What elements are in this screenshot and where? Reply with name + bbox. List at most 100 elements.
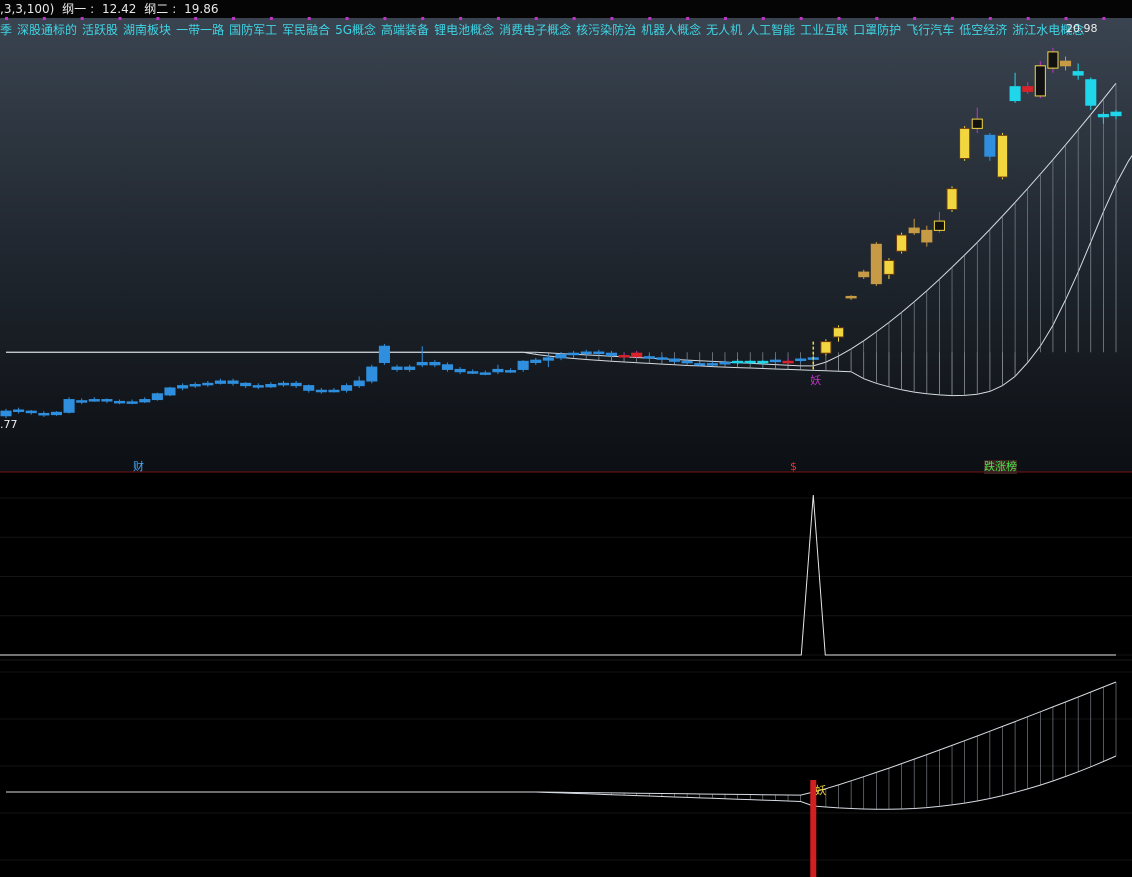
candle-body bbox=[896, 234, 908, 252]
candle-body bbox=[643, 356, 655, 359]
tick-mark bbox=[1102, 17, 1106, 20]
candle-body bbox=[88, 399, 100, 402]
tick-mark bbox=[1026, 17, 1030, 20]
tick-mark bbox=[951, 17, 955, 20]
candle-body bbox=[631, 352, 643, 358]
candle-body bbox=[1097, 113, 1109, 118]
candle-body bbox=[202, 382, 214, 386]
candle-body bbox=[1110, 111, 1122, 117]
candle-body bbox=[984, 134, 996, 157]
candle-body bbox=[744, 360, 756, 364]
candle-body bbox=[366, 366, 378, 382]
candle-body bbox=[1085, 79, 1097, 106]
candle-body bbox=[618, 355, 630, 358]
candle-body bbox=[769, 359, 781, 363]
tick-mark bbox=[459, 17, 463, 20]
candle-body bbox=[391, 366, 403, 370]
candle-body bbox=[505, 370, 517, 373]
candle-body bbox=[378, 345, 390, 363]
candle-body bbox=[252, 385, 264, 388]
candle-body bbox=[946, 188, 958, 211]
bottom-line-upper bbox=[6, 681, 1117, 796]
tick-mark bbox=[1064, 17, 1068, 20]
candle-body bbox=[404, 366, 416, 370]
marker-dzb[interactable]: 跌涨榜 bbox=[984, 460, 1017, 474]
signal-label-bottom: 妖 bbox=[815, 783, 826, 797]
candle-body bbox=[883, 259, 895, 275]
tick-mark bbox=[232, 17, 236, 20]
candle-body bbox=[139, 399, 151, 403]
tick-mark bbox=[723, 17, 727, 20]
line-one bbox=[6, 82, 1117, 367]
tick-mark bbox=[761, 17, 765, 20]
candle-body bbox=[605, 352, 618, 357]
candle-body bbox=[971, 118, 983, 129]
candle-body bbox=[0, 410, 12, 417]
candle-body bbox=[933, 220, 945, 231]
candle-body bbox=[63, 399, 75, 413]
candle-body bbox=[1022, 86, 1034, 92]
tick-mark bbox=[875, 17, 879, 20]
candle-body bbox=[542, 357, 554, 361]
tick-mark bbox=[496, 17, 500, 20]
price-high-label: 20.98 bbox=[1066, 22, 1098, 35]
candle-body bbox=[908, 227, 920, 234]
candle-body bbox=[757, 360, 769, 364]
tick-mark bbox=[572, 17, 576, 20]
candle-body bbox=[214, 380, 226, 384]
candle-body bbox=[845, 295, 857, 299]
candle-body bbox=[441, 364, 454, 370]
candle-body bbox=[113, 400, 126, 404]
candle-body bbox=[328, 389, 340, 393]
tick-mark bbox=[837, 17, 841, 20]
candle-body bbox=[126, 401, 138, 404]
marker-dollar[interactable]: $ bbox=[790, 460, 797, 474]
candle-body bbox=[870, 243, 882, 285]
tick-mark bbox=[80, 17, 84, 20]
candle-body bbox=[429, 361, 441, 366]
candle-body bbox=[277, 382, 290, 386]
tick-mark bbox=[988, 17, 992, 20]
tick-mark bbox=[913, 17, 917, 20]
marker-cai[interactable]: 财 bbox=[133, 460, 144, 474]
tick-mark bbox=[307, 17, 311, 20]
tick-mark bbox=[383, 17, 387, 20]
candle-body bbox=[832, 327, 845, 338]
candle-body bbox=[719, 361, 731, 365]
candle-body bbox=[151, 393, 163, 401]
price-low-label: .77 bbox=[0, 418, 18, 431]
candle-body bbox=[1072, 71, 1084, 76]
candle-body bbox=[454, 368, 466, 373]
candle-body bbox=[290, 382, 302, 387]
candle-body bbox=[996, 134, 1009, 178]
tick-mark bbox=[421, 17, 425, 20]
candle-body bbox=[164, 387, 176, 396]
candle-body bbox=[315, 389, 327, 393]
candle-body bbox=[1034, 65, 1046, 97]
candle-body bbox=[921, 229, 933, 243]
candle-body bbox=[38, 412, 50, 416]
candle-body bbox=[959, 127, 971, 160]
tick-mark bbox=[118, 17, 122, 20]
tick-mark bbox=[269, 17, 273, 20]
candle-body bbox=[416, 361, 428, 366]
tick-mark bbox=[610, 17, 614, 20]
candle-body bbox=[1047, 51, 1059, 69]
candle-body bbox=[681, 360, 693, 364]
candle-body bbox=[227, 380, 239, 384]
candle-body bbox=[694, 363, 706, 366]
candle-body bbox=[517, 360, 529, 370]
candle-body bbox=[189, 383, 201, 387]
candle-body bbox=[303, 385, 315, 391]
bottom-line-lower bbox=[6, 755, 1117, 810]
candle-body bbox=[467, 371, 479, 374]
tick-mark bbox=[42, 17, 46, 20]
chart-canvas: 妖妖 bbox=[0, 17, 1132, 877]
candle-body bbox=[795, 358, 807, 361]
tick-mark bbox=[534, 17, 538, 20]
candle-body bbox=[706, 363, 718, 366]
candle-body bbox=[820, 341, 832, 354]
candle-body bbox=[593, 351, 605, 355]
candle-body bbox=[353, 380, 365, 387]
candle-body bbox=[732, 360, 744, 364]
